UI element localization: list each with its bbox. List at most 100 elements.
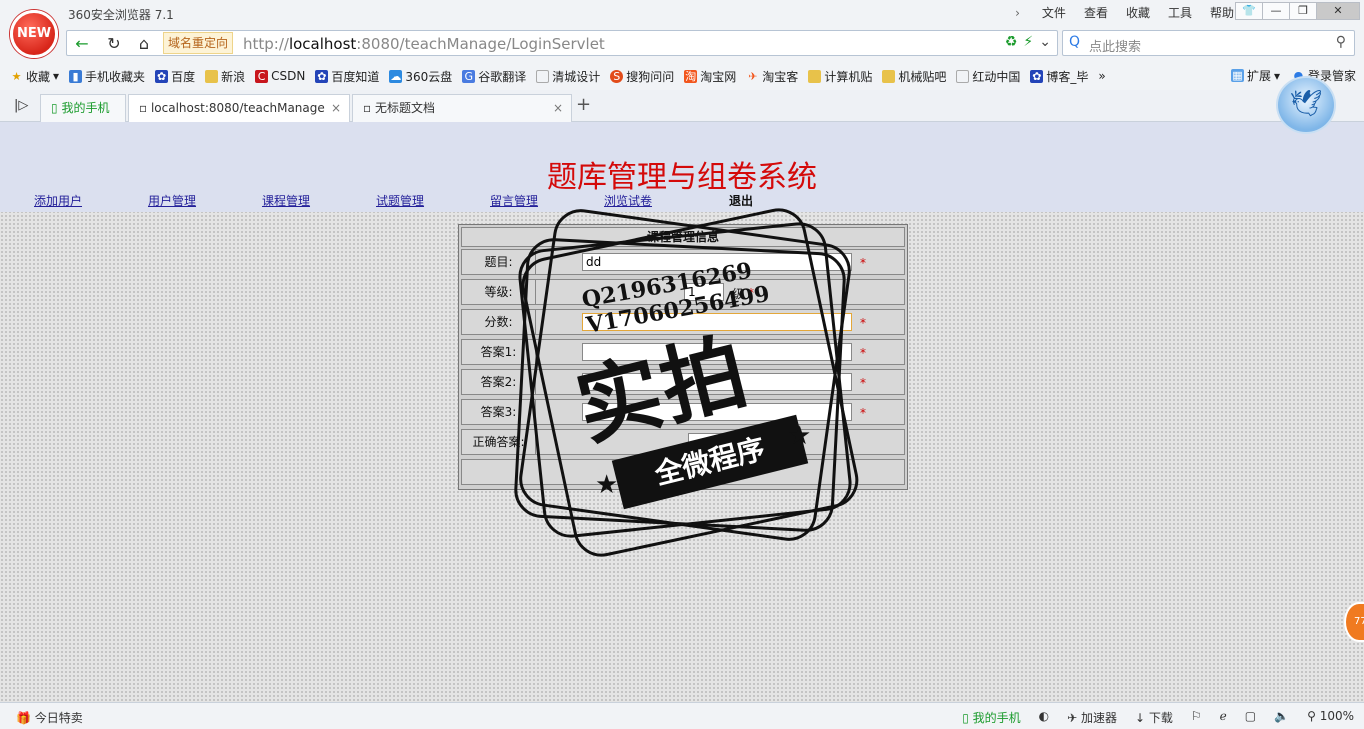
status-zoom[interactable]: ⚲ 100% [1307,709,1354,726]
form-row-submit [461,459,905,485]
bookmarks-bar: ★ 收藏 ▾ ▮ 手机收藏夹 ✿ 百度 新浪 C CSDN ✿ 百度知道 ☁ 360云盘 G… [0,62,1364,90]
taobao-ke-icon: ✈ [748,69,758,83]
tab-bar: |▷ ▯ 我的手机 ▫ localhost:8080/teachManage ×… [0,90,1364,122]
tab-untitled[interactable]: ▫ 无标题文档 × [352,94,572,122]
folder-icon [808,69,822,83]
tab-my-phone[interactable]: ▯ 我的手机 [40,94,126,122]
field-label: 答案1: [462,340,536,364]
address-bar[interactable]: ← ↻ ⌂ 域名重定向 http://localhost:8080/teachM… [66,30,1058,56]
csdn-icon: C [255,69,269,83]
bookmark-hongdong[interactable]: 红动中国 [956,68,1020,85]
tab-localhost[interactable]: ▫ localhost:8080/teachManage × [128,94,350,122]
level-suffix: 级 [732,287,745,301]
browser-logo[interactable]: NEW [10,10,58,58]
bookmark-blog[interactable]: ✿ 博客_毕 [1030,68,1088,85]
home-icon[interactable]: ⌂ [129,33,159,57]
nav-course-manage[interactable]: 课程管理 [262,192,310,209]
nav-user-manage[interactable]: 用户管理 [148,192,196,209]
lightning-icon[interactable]: ⚡ [1023,34,1033,50]
nav-question-manage[interactable]: 试题管理 [376,192,424,209]
status-download[interactable]: ↓ 下载 [1135,709,1173,726]
close-button[interactable]: ✕ [1316,2,1360,20]
bookmark-csdn[interactable]: C CSDN [255,69,305,83]
bookmark-computer[interactable]: 计算机贴 [808,68,872,85]
answer1-input[interactable] [582,343,852,361]
close-tab-icon[interactable]: × [331,95,341,121]
required-mark: * [860,316,866,330]
refresh-icon[interactable]: ↻ [99,33,129,57]
paw-icon: ✿ [155,69,169,83]
search-icon[interactable]: ⚲ [1336,34,1346,50]
window-icon[interactable]: ▢ [1245,709,1256,726]
form-row-level: 等级: 级 * [461,279,905,305]
answer3-input[interactable] [582,403,852,421]
status-right: ▯ 我的手机 ◐ ✈ 加速器 ↓ 下载 ⚐ ℯ ▢ 🔈 ⚲ 100% [962,709,1354,726]
chevron-right-icon[interactable]: › [1015,6,1020,20]
close-tab-icon[interactable]: × [553,95,563,121]
bookmark-design[interactable]: 清城设计 [536,68,600,85]
nav-add-user[interactable]: 添加用户 [34,192,82,209]
nav-browse-papers[interactable]: 浏览试卷 [604,192,652,209]
maximize-button[interactable]: ❐ [1289,2,1317,20]
menu-favorites[interactable]: 收藏 [1126,4,1150,21]
bookmark-taobao-ke[interactable]: ✈ 淘宝客 [746,68,798,85]
bookmark-baidu[interactable]: ✿ 百度 [155,68,195,85]
status-accelerator[interactable]: ✈ 加速器 [1067,709,1117,726]
nav-logout[interactable]: 退出 [729,192,753,209]
score-input[interactable] [582,313,852,331]
submit-button[interactable] [662,463,730,481]
speed-icon[interactable]: ◐ [1039,709,1049,726]
back-arrow-icon[interactable]: ← [67,33,97,57]
search-input[interactable]: 点此搜索 [1089,36,1141,55]
title-bar: 360安全浏览器 7.1 › 文件 查看 收藏 工具 帮助 👕 — ❐ ✕ [0,0,1364,28]
bookmark-360-cloud[interactable]: ☁ 360云盘 [389,68,452,85]
assistant-bird-icon[interactable]: 🕊 [1276,76,1336,134]
bookmark-mechanical[interactable]: 机械贴吧 [882,68,946,85]
redirect-badge[interactable]: 域名重定向 [163,32,234,54]
ie-icon[interactable]: ℯ [1220,709,1227,726]
correct-answer-select[interactable] [688,433,788,451]
bookmark-google-translate[interactable]: G 谷歌翻译 [462,68,526,85]
status-my-phone[interactable]: ▯ 我的手机 [962,709,1020,726]
field-label: 答案3: [462,400,536,424]
required-mark: * [860,346,866,360]
answer2-input[interactable] [582,373,852,391]
search-box[interactable]: Q 点此搜索 ⚲ [1062,30,1355,56]
minimize-button[interactable]: — [1262,2,1290,20]
volume-icon[interactable]: 🔈 [1274,709,1289,726]
level-select[interactable] [684,283,724,301]
menu-tools[interactable]: 工具 [1168,4,1192,21]
bookmark-baidu-zhidao[interactable]: ✿ 百度知道 [315,68,379,85]
daily-deals[interactable]: 🎁 今日特卖 [16,709,83,726]
window-title: 360安全浏览器 7.1 [68,8,174,22]
tab-label: localhost:8080/teachManage [150,101,325,115]
menu-view[interactable]: 查看 [1084,4,1108,21]
sidebar-toggle-icon[interactable]: |▷ [14,98,28,113]
bookmark-favorites[interactable]: ★ 收藏 ▾ [10,68,59,85]
menu-file[interactable]: 文件 [1042,4,1066,21]
nav-message-manage[interactable]: 留言管理 [490,192,538,209]
recycle-icon[interactable]: ♻ [1005,34,1018,50]
skin-icon[interactable]: 👕 [1235,2,1263,20]
more-bookmarks-icon[interactable]: » [1098,69,1105,83]
chevron-down-icon[interactable]: ⌄ [1039,34,1051,50]
flag-icon[interactable]: ⚐ [1191,709,1202,726]
extensions-button[interactable]: ▦ 扩展 ▾ [1230,67,1280,84]
required-mark: * [860,256,866,270]
url-text[interactable]: http://localhost:8080/teachManage/LoginS… [243,35,605,53]
menu-help[interactable]: 帮助 [1210,4,1234,21]
bookmark-sogou[interactable]: S 搜狗问问 [610,68,674,85]
bookmark-taobao[interactable]: 淘淘宝网 [684,68,736,85]
form-row-title: 题目: * [461,249,905,275]
search-engine-icon[interactable]: Q [1069,34,1080,50]
bookmark-sina[interactable]: 新浪 [205,68,245,85]
new-tab-button[interactable]: + [576,94,591,115]
title-input[interactable] [582,253,852,271]
form-row-answer3: 答案3: * [461,399,905,425]
form-row-correct: 正确答案: [461,429,905,455]
bookmark-mobile[interactable]: ▮ 手机收藏夹 [69,68,145,85]
phone-icon: ▮ [69,69,83,83]
status-bar: 🎁 今日特卖 ▯ 我的手机 ◐ ✈ 加速器 ↓ 下载 ⚐ ℯ ▢ 🔈 ⚲ 100… [0,702,1364,729]
sogou-icon: S [610,69,624,83]
form-heading-row: 课程管理信息 [461,227,905,247]
